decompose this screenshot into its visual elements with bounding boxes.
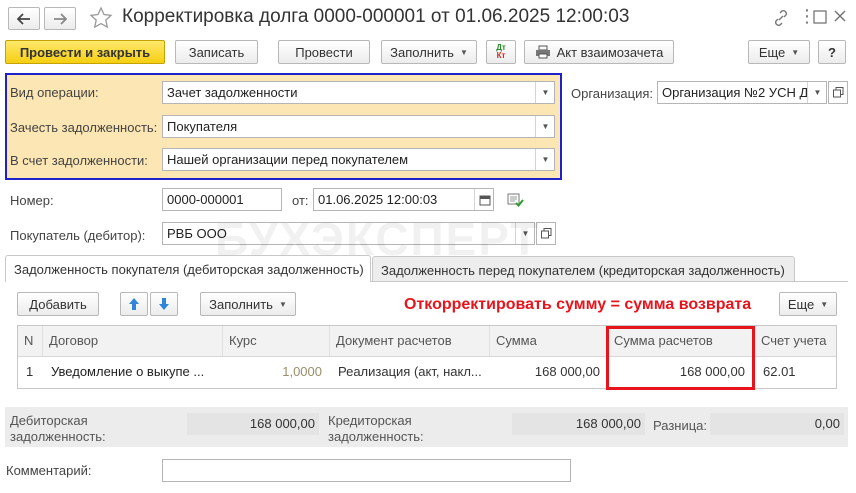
organization-select[interactable]: Организация №2 УСН Д ▼ bbox=[657, 81, 827, 104]
kt-label: Кт bbox=[496, 51, 506, 60]
date-field[interactable]: 01.06.2025 12:00:03 bbox=[313, 188, 494, 211]
buyer-select[interactable]: РВБ ООО ▼ bbox=[162, 222, 535, 245]
back-button[interactable] bbox=[8, 7, 40, 30]
col-header-n[interactable]: N bbox=[18, 326, 43, 356]
debit-label-line2: задолженность: bbox=[10, 429, 106, 444]
organization-label: Организация: bbox=[571, 86, 654, 101]
arrow-left-icon bbox=[17, 12, 30, 25]
arrow-down-icon bbox=[159, 298, 169, 310]
cell-account[interactable]: 62.01 bbox=[757, 358, 835, 386]
date-value: 01.06.2025 12:00:03 bbox=[318, 192, 438, 207]
offset-debt-label: Зачесть задолженность: bbox=[10, 120, 158, 135]
debit-label-line1: Дебиторская bbox=[10, 413, 88, 428]
difference-value: 0,00 bbox=[710, 413, 844, 435]
chevron-down-icon[interactable]: ▼ bbox=[807, 82, 826, 103]
open-window-icon bbox=[540, 228, 551, 239]
offset-debt-select[interactable]: Покупателя ▼ bbox=[162, 115, 555, 138]
organization-open-button[interactable] bbox=[828, 81, 848, 104]
printer-icon bbox=[535, 45, 550, 59]
chevron-down-icon[interactable]: ▼ bbox=[535, 116, 554, 137]
more-label: Еще bbox=[758, 44, 786, 60]
table-fill-button[interactable]: Заполнить ▼ bbox=[200, 292, 296, 316]
tab-receivables[interactable]: Задолженность покупателя (дебиторская за… bbox=[5, 255, 371, 282]
credit-label-line1: Кредиторская bbox=[328, 413, 412, 428]
cell-n[interactable]: 1 bbox=[20, 358, 43, 386]
credit-label-line2: задолженность: bbox=[328, 429, 424, 444]
number-label: Номер: bbox=[10, 193, 54, 208]
document-check-icon[interactable] bbox=[507, 193, 524, 210]
calendar-icon[interactable] bbox=[474, 189, 493, 210]
number-value: 0000-000001 bbox=[167, 192, 244, 207]
annotation-text: Откорректировать сумму = сумма возврата bbox=[404, 296, 752, 313]
dt-kt-button[interactable]: Дт Кт bbox=[486, 40, 516, 64]
difference-label: Разница: bbox=[653, 418, 708, 433]
post-button[interactable]: Провести bbox=[278, 40, 370, 64]
table-more-button[interactable]: Еще ▼ bbox=[779, 292, 837, 316]
cell-settlement-doc[interactable]: Реализация (акт, накл... bbox=[332, 358, 488, 386]
col-header-contract[interactable]: Договор bbox=[43, 326, 223, 356]
number-field[interactable]: 0000-000001 bbox=[162, 188, 282, 211]
open-window-icon bbox=[832, 87, 843, 98]
save-button[interactable]: Записать bbox=[175, 40, 258, 64]
buyer-open-button[interactable] bbox=[536, 222, 556, 245]
debit-value: 168 000,00 bbox=[187, 413, 319, 435]
fill-dropdown-button[interactable]: Заполнить ▼ bbox=[381, 40, 477, 64]
cell-amount[interactable]: 168 000,00 bbox=[490, 358, 606, 386]
date-label: от: bbox=[292, 193, 309, 208]
comment-field[interactable] bbox=[162, 459, 571, 482]
add-row-button[interactable]: Добавить bbox=[17, 292, 99, 316]
table-more-label: Еще bbox=[787, 296, 815, 312]
offset-act-button[interactable]: Акт взаимозачета bbox=[524, 40, 674, 64]
buyer-value: РВБ ООО bbox=[167, 226, 227, 241]
arrow-up-icon bbox=[129, 298, 139, 310]
more-button[interactable]: Еще ▼ bbox=[748, 40, 810, 64]
chevron-down-icon[interactable]: ▼ bbox=[515, 223, 534, 244]
window-title: Корректировка долга 0000-000001 от 01.06… bbox=[122, 6, 630, 27]
tab-payables[interactable]: Задолженность перед покупателем (кредито… bbox=[372, 256, 795, 281]
operation-type-label: Вид операции: bbox=[10, 85, 99, 100]
chevron-down-icon[interactable]: ▼ bbox=[535, 149, 554, 170]
chevron-down-icon[interactable]: ▼ bbox=[535, 82, 554, 103]
against-debt-value: Нашей организации перед покупателем bbox=[167, 152, 409, 167]
help-button[interactable]: ? bbox=[818, 40, 846, 64]
chevron-down-icon: ▼ bbox=[791, 47, 800, 57]
close-icon[interactable] bbox=[833, 9, 847, 26]
move-down-button[interactable] bbox=[150, 292, 178, 316]
organization-value: Организация №2 УСН Д bbox=[662, 85, 809, 100]
col-header-amount[interactable]: Сумма bbox=[490, 326, 608, 356]
offset-act-label: Акт взаимозачета bbox=[556, 44, 664, 60]
maximize-icon[interactable] bbox=[813, 10, 827, 27]
offset-debt-value: Покупателя bbox=[167, 119, 238, 134]
col-header-rate[interactable]: Курс bbox=[223, 326, 330, 356]
forward-button[interactable] bbox=[44, 7, 76, 30]
against-debt-label: В счет задолженности: bbox=[10, 153, 148, 168]
col-header-account[interactable]: Счет учета bbox=[755, 326, 836, 356]
against-debt-select[interactable]: Нашей организации перед покупателем ▼ bbox=[162, 148, 555, 171]
chevron-down-icon: ▼ bbox=[459, 47, 468, 57]
comment-label: Комментарий: bbox=[6, 463, 92, 478]
arrow-right-icon bbox=[54, 12, 67, 25]
col-header-settlement-doc[interactable]: Документ расчетов bbox=[330, 326, 490, 356]
chevron-down-icon: ▼ bbox=[278, 299, 287, 309]
link-icon[interactable] bbox=[772, 9, 790, 30]
cell-contract[interactable]: Уведомление о выкупе ... bbox=[45, 358, 220, 386]
credit-value: 168 000,00 bbox=[512, 413, 645, 435]
post-and-close-button[interactable]: Провести и закрыть bbox=[5, 40, 165, 64]
move-up-button[interactable] bbox=[120, 292, 148, 316]
fill-label: Заполнить bbox=[390, 44, 454, 60]
annotation-highlight-box bbox=[606, 326, 755, 390]
table-fill-label: Заполнить bbox=[209, 296, 273, 312]
operation-type-select[interactable]: Зачет задолженности ▼ bbox=[162, 81, 555, 104]
chevron-down-icon: ▼ bbox=[820, 299, 829, 309]
operation-type-value: Зачет задолженности bbox=[167, 85, 298, 100]
cell-rate[interactable]: 1,0000 bbox=[225, 358, 328, 386]
buyer-label: Покупатель (дебитор): bbox=[10, 228, 146, 243]
favorite-star-icon[interactable] bbox=[89, 6, 113, 33]
